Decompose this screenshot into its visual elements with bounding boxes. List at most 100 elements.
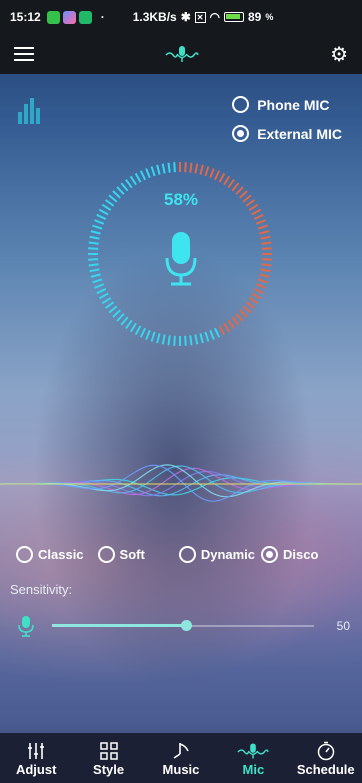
gauge-tick <box>92 278 103 284</box>
no-sim-icon: ✕ <box>194 11 206 23</box>
gauge-tick <box>173 162 176 173</box>
bluetooth-icon: ✱ <box>180 10 191 24</box>
gauge-tick <box>167 335 171 346</box>
radio-icon[interactable] <box>97 546 115 563</box>
gauge-tick <box>251 208 262 216</box>
tab-adjust-label: Adjust <box>15 761 57 777</box>
gauge-tick <box>116 313 125 322</box>
radio-icon[interactable] <box>16 546 33 563</box>
gauge-tick <box>227 178 235 189</box>
gauge-tick <box>261 247 272 250</box>
gauge-tick <box>227 319 235 330</box>
gauge-tick <box>96 213 107 220</box>
style-soft-label: Soft <box>119 547 145 562</box>
microphone-icon[interactable] <box>164 230 198 288</box>
gauge-tick <box>129 175 137 186</box>
gauge-tick <box>161 334 166 345</box>
more-notifications-icon: · <box>100 10 105 24</box>
app-notification-icon <box>46 10 60 24</box>
gauge-tick <box>218 172 226 183</box>
gauge-tick <box>239 309 248 318</box>
gauge-tick <box>260 268 271 273</box>
tab-mic[interactable]: Mic <box>219 740 287 777</box>
tab-music-label: Music <box>162 761 200 777</box>
gauge-tick <box>92 224 103 230</box>
phone-mic-option[interactable]: Phone MIC <box>232 96 342 113</box>
gauge-tick <box>173 335 176 346</box>
menu-icon[interactable] <box>14 46 34 62</box>
radio-icon[interactable] <box>232 96 250 113</box>
gauge-tick <box>259 230 270 235</box>
gauge-tick <box>88 247 99 250</box>
status-bar: 15:12 · 1.3KB/s ✱ ✕ ◠ 89% <box>0 0 362 34</box>
mic-wave-logo-icon <box>165 46 199 62</box>
status-time: 15:12 <box>10 10 41 24</box>
gauge-tick <box>248 297 259 305</box>
sensitivity-value: 50 <box>336 619 350 633</box>
gauge-tick <box>209 329 215 340</box>
app-bar: ⚙ <box>0 34 362 74</box>
gauge-tick <box>98 208 109 216</box>
gauge-tick <box>204 331 210 342</box>
gauge-tick <box>125 178 133 189</box>
gauge-tick <box>184 162 187 173</box>
gauge-tick <box>251 292 262 300</box>
tab-style[interactable]: Style <box>75 740 143 777</box>
gauge-tick <box>145 168 151 179</box>
gauge-tick <box>139 170 146 181</box>
gauge-tick <box>150 166 156 177</box>
gauge-tick <box>199 164 204 175</box>
gauge-tick <box>98 292 109 300</box>
gauge-tick <box>108 305 118 314</box>
gauge-tick <box>129 322 137 333</box>
bottom-tab-bar: Adjust Style Music Mic Schedule <box>0 733 362 783</box>
gauge-tick <box>255 283 266 289</box>
sensitivity-slider[interactable]: 50 <box>16 614 352 638</box>
tab-schedule[interactable]: Schedule <box>292 740 360 777</box>
radio-selected-icon[interactable] <box>261 546 279 563</box>
slider-thumb[interactable] <box>180 620 192 631</box>
style-dynamic-label: Dynamic <box>200 547 256 562</box>
external-mic-option[interactable]: External MIC <box>232 125 342 142</box>
mic-icon <box>237 740 270 762</box>
grid-icon <box>99 740 118 762</box>
gauge-tick <box>257 224 268 230</box>
gauge-tick <box>120 316 129 326</box>
style-classic[interactable]: Classic <box>16 546 84 563</box>
gauge-tick <box>255 219 266 225</box>
network-speed: 1.3KB/s <box>132 10 177 24</box>
gauge-tick <box>89 235 100 240</box>
tab-mic-label: Mic <box>242 761 265 777</box>
gauge-tick <box>90 273 101 278</box>
style-soft[interactable]: Soft <box>97 546 145 563</box>
gauge-tick <box>112 309 121 318</box>
gauge-tick <box>218 325 226 336</box>
gauge-tick <box>242 305 252 314</box>
gauge-tick <box>101 297 112 305</box>
tab-music[interactable]: Music <box>147 740 215 777</box>
style-disco[interactable]: Disco <box>261 546 318 563</box>
radio-icon[interactable] <box>178 546 196 563</box>
gauge-tick <box>94 219 105 225</box>
gauge-tick <box>96 288 107 295</box>
gauge-tick <box>194 163 199 174</box>
gauge-tick <box>261 241 272 245</box>
tab-adjust[interactable]: Adjust <box>2 740 70 777</box>
gauge-tick <box>245 301 256 309</box>
gauge-tick <box>209 168 215 179</box>
gauge-tick <box>167 162 171 173</box>
settings-gear-icon[interactable]: ⚙ <box>330 42 348 67</box>
gauge-tick <box>235 313 244 322</box>
gauge-tick <box>253 288 264 295</box>
radio-selected-icon[interactable] <box>232 125 250 142</box>
app-notification-icon <box>62 10 76 24</box>
gauge-tick <box>104 301 115 309</box>
gauge-tick <box>261 258 272 261</box>
music-note-icon <box>172 740 190 762</box>
wave-line <box>0 474 360 497</box>
equalizer-bars-icon[interactable] <box>18 96 40 124</box>
gauge-tick <box>223 322 231 333</box>
gauge-tick <box>253 213 264 220</box>
style-dynamic[interactable]: Dynamic <box>178 546 256 563</box>
battery-unit: % <box>265 12 274 22</box>
